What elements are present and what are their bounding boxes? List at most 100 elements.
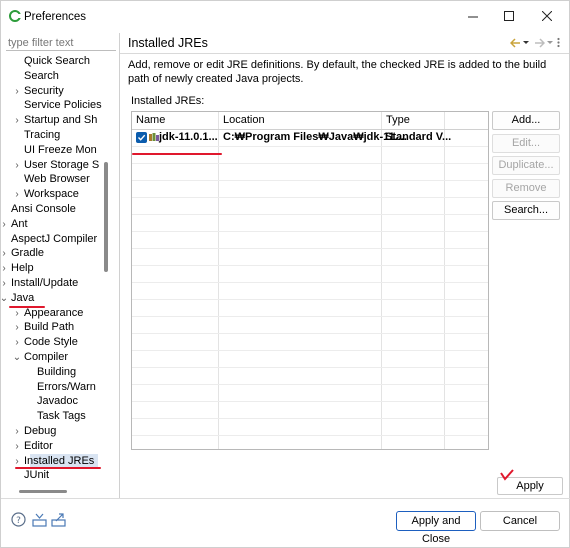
tree-item[interactable]: › Build Path xyxy=(1,320,104,335)
tree-item[interactable]: › Code Style xyxy=(1,335,104,350)
back-menu-chevron-icon[interactable] xyxy=(523,41,529,45)
jre-default-checkbox[interactable] xyxy=(136,132,147,143)
row-line xyxy=(132,180,488,181)
row-line xyxy=(132,282,488,283)
tree-item[interactable]: › Security xyxy=(1,84,104,99)
forward-arrow-icon[interactable] xyxy=(534,38,545,48)
tree-item[interactable]: › User Storage S xyxy=(1,158,104,173)
tree-item[interactable]: Service Policies xyxy=(1,98,104,113)
tree-item[interactable]: › Gradle xyxy=(1,246,104,261)
tree-horizontal-scrollbar[interactable] xyxy=(19,490,67,493)
row-line xyxy=(132,146,488,147)
page-title: Installed JREs xyxy=(128,36,208,50)
tree-item[interactable]: ⌄ Java xyxy=(1,291,104,306)
tree-item-label: Task Tags xyxy=(37,410,86,423)
collapsed-chevron-icon[interactable]: › xyxy=(12,424,22,439)
preferences-window: Preferences Quick SearchSearch›SecurityS… xyxy=(0,0,570,548)
column-header-type[interactable]: Type xyxy=(382,112,488,129)
tree-item[interactable]: › Editor xyxy=(1,439,104,454)
tree-item[interactable]: › Help xyxy=(1,261,104,276)
jre-location-cell: C:₩Program Files₩Java₩jdk-11.... xyxy=(223,131,407,143)
row-line xyxy=(132,248,488,249)
row-line xyxy=(132,265,488,266)
tree-item-label: Quick Search xyxy=(24,55,91,67)
column-header-name[interactable]: Name xyxy=(132,112,218,129)
tree-item[interactable]: Tracing xyxy=(1,128,104,143)
tree-item[interactable]: › Debug xyxy=(1,424,104,439)
tree-item[interactable]: Ansi Console xyxy=(1,202,104,217)
tree-item[interactable]: UI Freeze Mon xyxy=(1,143,104,158)
collapsed-chevron-icon[interactable]: › xyxy=(12,439,22,454)
tree-item[interactable]: Task Tags xyxy=(1,409,104,424)
search-jre-button[interactable]: Search... xyxy=(492,201,560,220)
tree-item[interactable]: Building xyxy=(1,365,104,380)
tree-item-label: Java xyxy=(11,291,35,304)
filter-input[interactable] xyxy=(6,36,116,51)
view-menu-icon[interactable] xyxy=(557,37,560,48)
import-preferences-icon[interactable] xyxy=(32,512,47,527)
tree-item-label: Install/Update xyxy=(11,277,79,289)
forward-menu-chevron-icon[interactable] xyxy=(547,41,553,45)
tree-item-label: Workspace xyxy=(24,188,79,201)
minimize-icon xyxy=(468,16,478,18)
row-line xyxy=(132,333,488,334)
collapsed-chevron-icon[interactable]: › xyxy=(1,217,9,232)
edit-jre-button[interactable]: Edit... xyxy=(492,134,560,153)
tree-item[interactable]: ⌄ Compiler xyxy=(1,350,104,365)
tree-vertical-scrollbar[interactable] xyxy=(104,54,108,484)
row-line xyxy=(132,367,488,368)
collapsed-chevron-icon[interactable]: › xyxy=(12,335,22,350)
tree-item[interactable]: Search xyxy=(1,69,104,84)
tree-item[interactable]: JUnit xyxy=(1,468,104,483)
jre-name-cell: jdk-11.0.1... xyxy=(159,131,218,143)
tree-item[interactable]: Web Browser xyxy=(1,172,104,187)
collapsed-chevron-icon[interactable]: › xyxy=(1,276,9,291)
remove-jre-button[interactable]: Remove xyxy=(492,179,560,198)
tree-item-label: Startup and Sh xyxy=(24,114,98,127)
check-icon xyxy=(138,134,146,141)
row-line xyxy=(132,197,488,198)
expanded-chevron-icon[interactable]: ⌄ xyxy=(1,291,9,306)
tree-item-label: Errors/Warn xyxy=(37,380,96,393)
tree-item[interactable]: Quick Search xyxy=(1,54,104,69)
collapsed-chevron-icon[interactable]: › xyxy=(12,113,22,128)
collapsed-chevron-icon[interactable]: › xyxy=(12,158,22,173)
page-description: Add, remove or edit JRE definitions. By … xyxy=(128,59,547,85)
jre-type-cell: Standard V... xyxy=(385,131,452,143)
annotation-underline-jdk xyxy=(132,153,222,155)
help-icon[interactable]: ? xyxy=(11,512,26,527)
collapsed-chevron-icon[interactable]: › xyxy=(1,246,9,261)
collapsed-chevron-icon[interactable]: › xyxy=(12,84,22,99)
tree-item-label: Javadoc xyxy=(37,395,78,408)
close-button[interactable] xyxy=(533,7,563,27)
tree-item[interactable]: › Workspace xyxy=(1,187,104,202)
table-row[interactable]: jdk-11.0.1... C:₩Program Files₩Java₩jdk-… xyxy=(132,129,488,146)
expanded-chevron-icon[interactable]: ⌄ xyxy=(12,350,22,365)
tree-item-label: AspectJ Compiler xyxy=(11,232,98,245)
add-jre-button[interactable]: Add... xyxy=(492,111,560,130)
cancel-button[interactable]: Cancel xyxy=(480,511,560,531)
duplicate-jre-button[interactable]: Duplicate... xyxy=(492,156,560,175)
collapsed-chevron-icon[interactable]: › xyxy=(12,187,22,202)
collapsed-chevron-icon[interactable]: › xyxy=(12,320,22,335)
installed-jres-page: Installed JREs Add, remove or edit JRE d… xyxy=(120,33,570,503)
tree-item[interactable]: › Startup and Sh xyxy=(1,113,104,128)
maximize-button[interactable] xyxy=(495,7,525,27)
tree-item[interactable]: Javadoc xyxy=(1,394,104,409)
collapsed-chevron-icon[interactable]: › xyxy=(1,261,9,276)
preferences-navigation: Quick Search Search›SecurityService Polic… xyxy=(1,33,119,503)
tree-scroll-thumb[interactable] xyxy=(104,162,108,272)
tree-item-label: Build Path xyxy=(24,321,75,334)
tree-item-label: Help xyxy=(11,262,34,275)
tree-item[interactable]: › Ant xyxy=(1,217,104,232)
minimize-button[interactable] xyxy=(459,7,489,27)
tree-item[interactable]: Errors/Warn xyxy=(1,380,104,395)
row-line xyxy=(132,435,488,436)
apply-and-close-button[interactable]: Apply and Close xyxy=(396,511,476,545)
tree-item[interactable]: AspectJ Compiler xyxy=(1,232,104,247)
export-preferences-icon[interactable] xyxy=(51,512,66,527)
tree-item[interactable]: › Install/Update xyxy=(1,276,104,291)
column-header-location[interactable]: Location xyxy=(219,112,382,129)
back-arrow-icon[interactable] xyxy=(510,38,521,48)
svg-text:?: ? xyxy=(16,516,21,526)
